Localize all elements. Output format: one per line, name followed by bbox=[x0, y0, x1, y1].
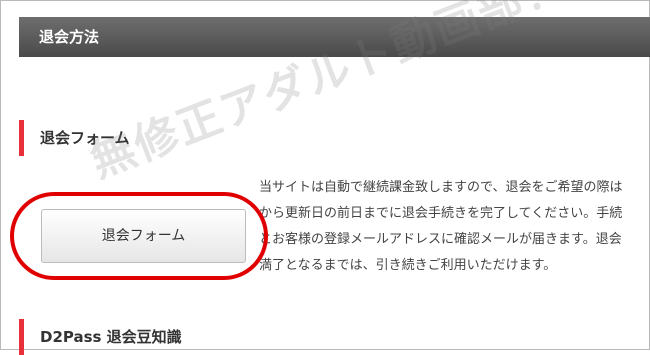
description-line: 満了となるまでは、引き続きご利用いただけます。 bbox=[259, 258, 557, 273]
cancellation-description: 当サイトは自動で継続課金致しますので、退会をご希望の際は から更新日の前日までに… bbox=[259, 175, 650, 279]
section-heading-form: 退会フォーム bbox=[19, 120, 130, 156]
description-line: から更新日の前日までに退会手続きを完了してください。手続 bbox=[259, 206, 623, 221]
cancel-membership-form-button[interactable]: 退会フォーム bbox=[41, 209, 246, 263]
page-frame: 退会方法 退会フォーム 退会フォーム 当サイトは自動で継続課金致しますので、退会… bbox=[0, 0, 650, 355]
description-line: とお客様の登録メールアドレスに確認メールが届きます。退会 bbox=[259, 232, 622, 247]
description-line: 当サイトは自動で継続課金致しますので、退会をご希望の際は bbox=[259, 180, 623, 195]
page-title: 退会方法 bbox=[39, 28, 100, 46]
page-title-bar: 退会方法 bbox=[19, 17, 650, 57]
